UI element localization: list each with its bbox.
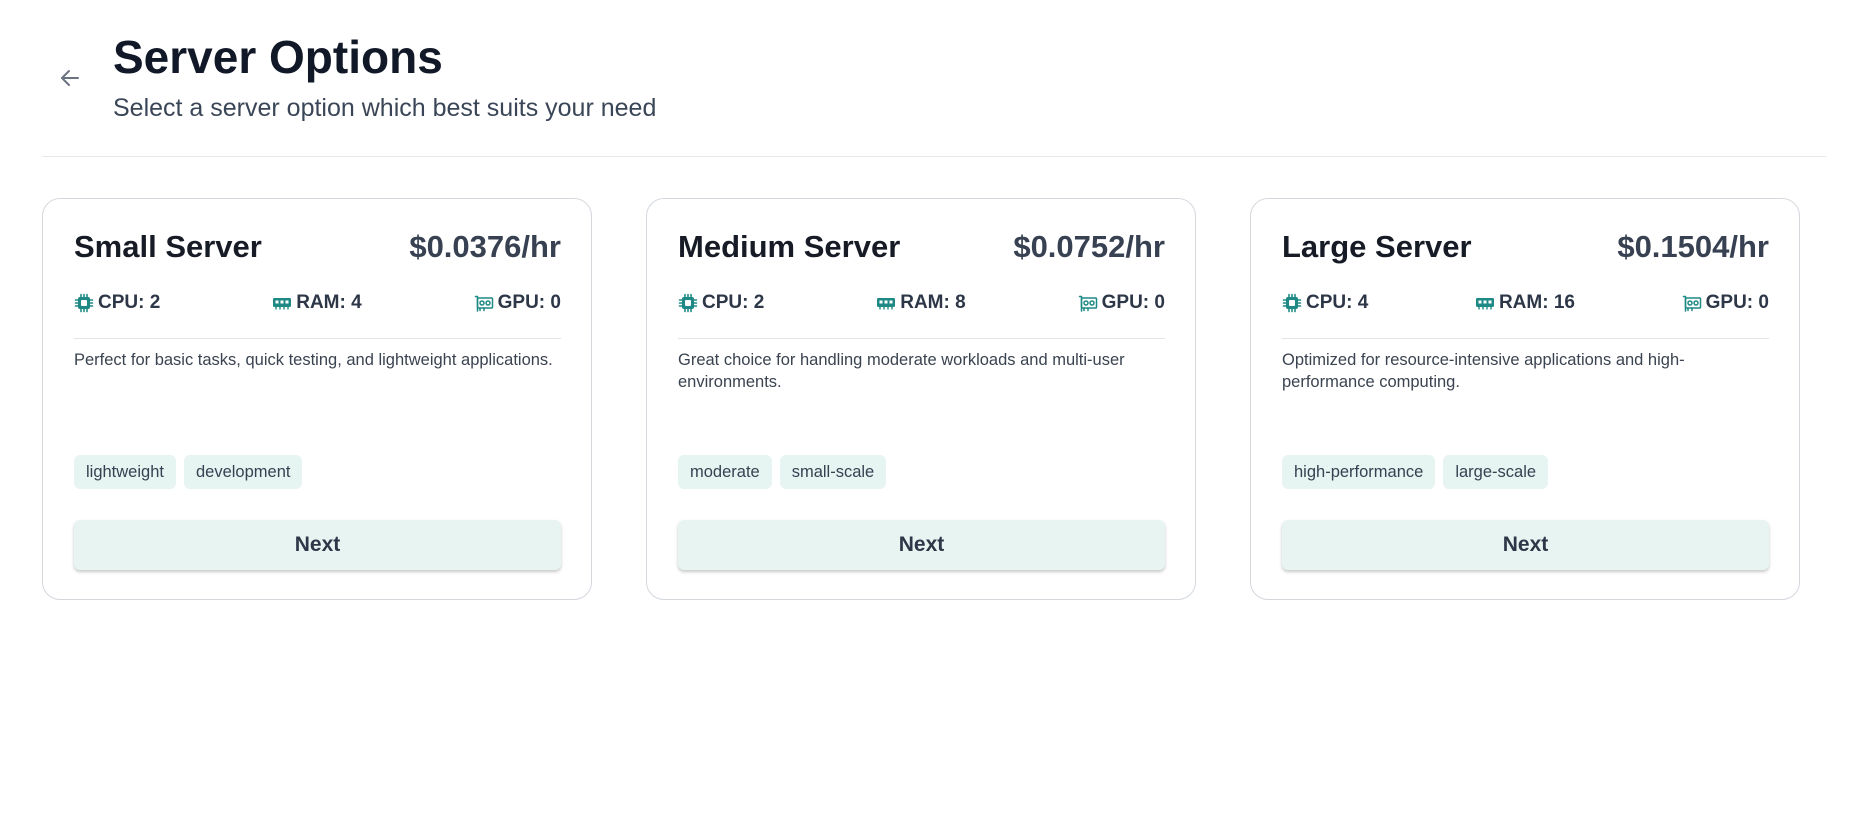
gpu-value: GPU: 0 (1705, 292, 1769, 313)
tag: development (183, 455, 303, 489)
server-tags: lightweight development (74, 455, 303, 489)
server-description: Optimized for resource-intensive applica… (1282, 351, 1685, 391)
server-price: $0.1504/hr (1617, 229, 1769, 264)
gpu-icon (1682, 295, 1701, 312)
cpu-spec: CPU: 2 (74, 292, 160, 314)
ram-value: RAM: 16 (1498, 292, 1575, 313)
server-tags: high-performance large-scale (1282, 455, 1549, 489)
card-divider (1282, 338, 1769, 339)
tag: moderate (678, 455, 772, 489)
cpu-icon (678, 293, 698, 313)
cpu-spec: CPU: 2 (678, 292, 764, 314)
gpu-value: GPU: 0 (497, 292, 561, 313)
server-name: Small Server (74, 229, 262, 264)
gpu-spec: GPU: 0 (1682, 292, 1769, 314)
arrow-left-icon (61, 70, 79, 86)
page-title: Server Options (113, 31, 443, 83)
tag: large-scale (1443, 455, 1549, 489)
next-button-large[interactable]: Next (1282, 520, 1769, 570)
server-cards: Small Server $0.0376/hr CPU: 2 RAM: 4 GP… (42, 198, 1800, 600)
cpu-spec: CPU: 4 (1282, 292, 1368, 314)
back-button[interactable] (52, 60, 88, 96)
server-price: $0.0376/hr (409, 229, 561, 264)
page-subtitle: Select a server option which best suits … (113, 94, 657, 122)
page-header: Server Options Select a server option wh… (0, 0, 1873, 156)
gpu-spec: GPU: 0 (474, 292, 561, 314)
ram-spec: RAM: 8 (876, 292, 966, 314)
server-specs: CPU: 4 RAM: 16 GPU: 0 (1282, 291, 1769, 315)
tag: high-performance (1282, 455, 1436, 489)
server-card-medium[interactable]: Medium Server $0.0752/hr CPU: 2 RAM: 8 G… (646, 198, 1196, 600)
ram-value: RAM: 8 (900, 292, 966, 313)
next-button-small[interactable]: Next (74, 520, 561, 570)
gpu-spec: GPU: 0 (1078, 292, 1165, 314)
ram-icon (1475, 298, 1494, 310)
server-tags: moderate small-scale (678, 455, 887, 489)
ram-spec: RAM: 4 (272, 292, 362, 314)
ram-icon (273, 298, 292, 310)
server-specs: CPU: 2 RAM: 4 GPU: 0 (74, 291, 561, 315)
card-divider (678, 338, 1165, 339)
cpu-icon (74, 293, 94, 313)
card-divider (74, 338, 561, 339)
server-card-small[interactable]: Small Server $0.0376/hr CPU: 2 RAM: 4 GP… (42, 198, 592, 600)
server-specs: CPU: 2 RAM: 8 GPU: 0 (678, 291, 1165, 315)
server-name: Large Server (1282, 229, 1472, 264)
server-description: Great choice for handling moderate workl… (678, 351, 1125, 391)
next-button-medium[interactable]: Next (678, 520, 1165, 570)
server-price: $0.0752/hr (1013, 229, 1165, 264)
ram-spec: RAM: 16 (1475, 292, 1575, 314)
tag: lightweight (74, 455, 176, 489)
gpu-icon (1078, 295, 1097, 312)
ram-icon (877, 298, 896, 310)
cpu-icon (1282, 293, 1302, 313)
server-name: Medium Server (678, 229, 901, 264)
gpu-value: GPU: 0 (1101, 292, 1165, 313)
header-divider (42, 156, 1826, 157)
cpu-value: CPU: 2 (702, 292, 765, 313)
tag: small-scale (779, 455, 887, 489)
gpu-icon (474, 295, 493, 312)
cpu-value: CPU: 2 (98, 292, 161, 313)
server-card-large[interactable]: Large Server $0.1504/hr CPU: 4 RAM: 16 G… (1250, 198, 1800, 600)
cpu-value: CPU: 4 (1306, 292, 1369, 313)
ram-value: RAM: 4 (296, 292, 362, 313)
server-description: Perfect for basic tasks, quick testing, … (74, 351, 553, 369)
